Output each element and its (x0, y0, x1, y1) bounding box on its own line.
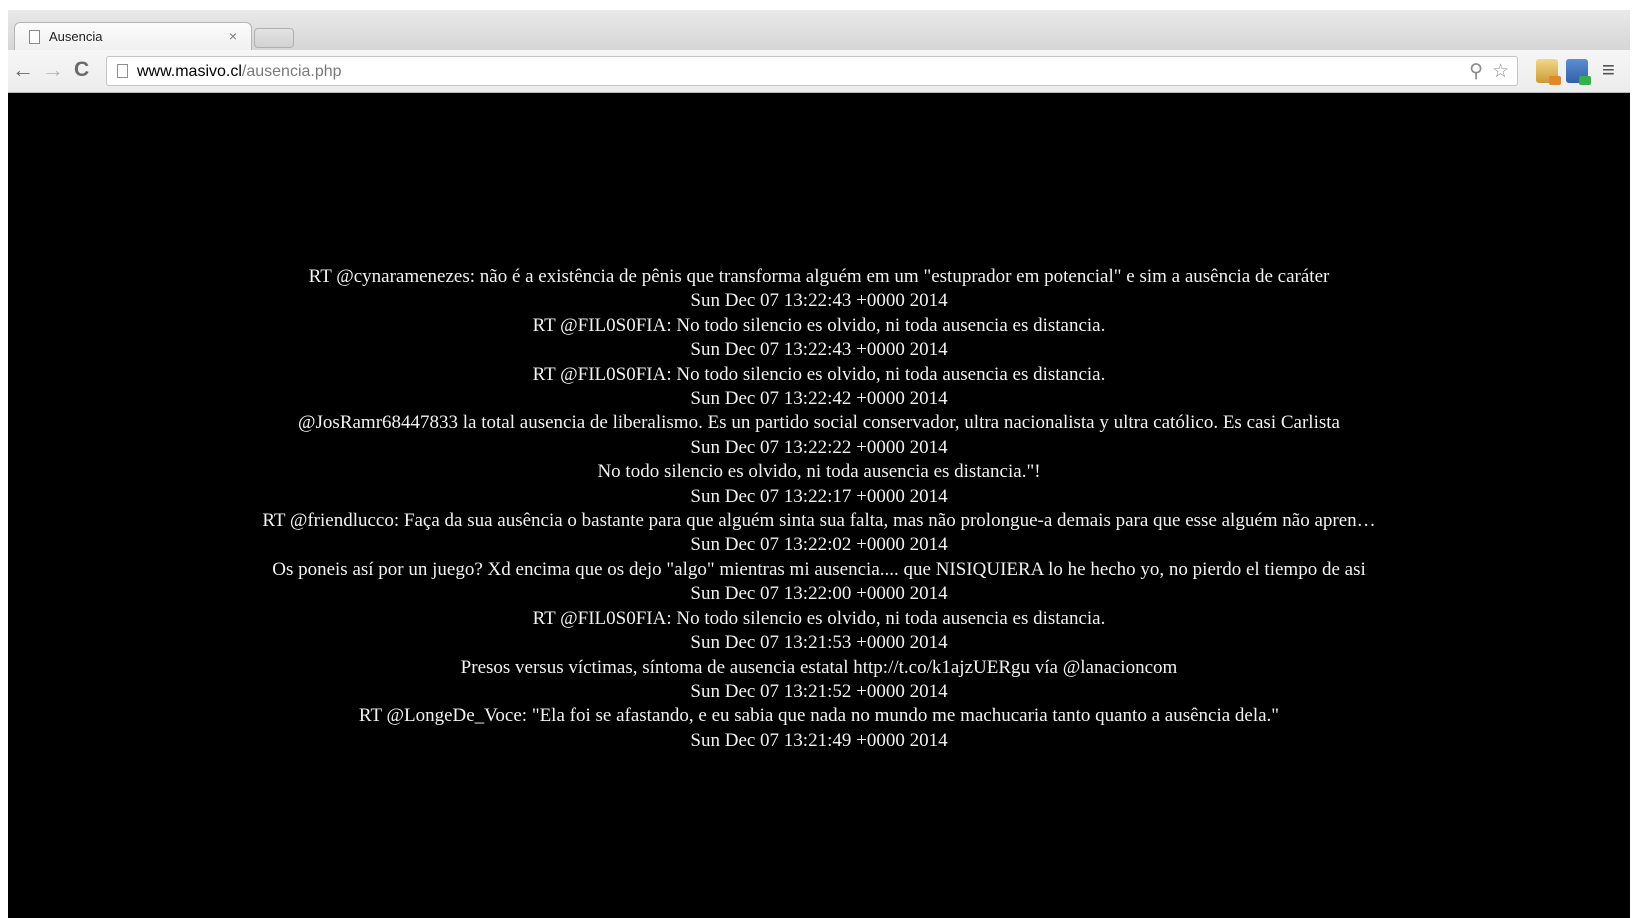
page-content: RT @cynaramenezes: não é a existência de… (8, 93, 1630, 918)
extension-icon[interactable] (1566, 59, 1591, 85)
tweet-time: Sun Dec 07 13:21:49 +0000 2014 (690, 729, 948, 751)
page-icon (117, 64, 128, 78)
tweet-text: RT @FIL0S0FIA: No todo silencio es olvid… (532, 314, 1106, 336)
tweet-list: RT @cynaramenezes: não é a existência de… (8, 265, 1630, 753)
address-bar[interactable]: www.masivo.cl/ausencia.php ⚲ ☆ (106, 56, 1518, 86)
tweet-text: RT @FIL0S0FIA: No todo silencio es olvid… (532, 363, 1106, 385)
close-icon[interactable]: × (229, 28, 237, 44)
tweet-text: RT @FIL0S0FIA: No todo silencio es olvid… (532, 607, 1106, 629)
extension-icon[interactable] (1536, 59, 1561, 85)
tweet-text: Presos versus víctimas, síntoma de ausen… (460, 656, 1178, 678)
tweet-time: Sun Dec 07 13:22:00 +0000 2014 (690, 583, 948, 605)
tweet-time: Sun Dec 07 13:22:02 +0000 2014 (690, 534, 948, 556)
tweet-text: No todo silencio es olvido, ni toda ause… (597, 461, 1041, 483)
tab-ausencia[interactable]: Ausencia × (14, 22, 252, 50)
extension-badge (1579, 76, 1591, 85)
page-icon (29, 30, 40, 44)
browser-window: Ausencia × ← → C www.masivo.cl/ausencia.… (8, 10, 1630, 918)
tweet-text: RT @cynaramenezes: não é a existência de… (308, 266, 1330, 287)
tweet-text: Os poneis así por un juego? Xd encima qu… (272, 558, 1366, 580)
url-path: /ausencia.php (241, 63, 342, 80)
tweet-time: Sun Dec 07 13:21:53 +0000 2014 (690, 632, 948, 654)
tab-strip: Ausencia × (8, 10, 1630, 51)
tweet-time: Sun Dec 07 13:22:22 +0000 2014 (690, 436, 948, 458)
url-text[interactable]: www.masivo.cl/ausencia.php (137, 63, 342, 81)
forward-arrow-icon[interactable]: → (42, 58, 64, 82)
back-arrow-icon[interactable]: ← (12, 58, 34, 82)
hamburger-menu-icon[interactable]: ≡ (1602, 57, 1615, 83)
tweet-time: Sun Dec 07 13:21:52 +0000 2014 (690, 680, 948, 702)
url-host: www.masivo.cl (137, 63, 242, 80)
toolbar: ← → C www.masivo.cl/ausencia.php ⚲ ☆ ≡ (8, 50, 1630, 93)
tweet-time: Sun Dec 07 13:22:17 +0000 2014 (690, 485, 948, 507)
tab-title: Ausencia (49, 29, 103, 44)
tweet-text: RT @friendlucco: Faça da sua ausência o … (262, 510, 1376, 532)
tweet-text: @JosRamr68447833 la total ausencia de li… (298, 412, 1340, 434)
reload-icon[interactable]: C (74, 58, 89, 82)
new-tab-button[interactable] (254, 28, 294, 48)
tweet-time: Sun Dec 07 13:22:43 +0000 2014 (690, 290, 948, 312)
tweet-time: Sun Dec 07 13:22:43 +0000 2014 (690, 339, 948, 361)
extension-badge (1549, 76, 1561, 85)
tweet-time: Sun Dec 07 13:22:42 +0000 2014 (690, 388, 948, 410)
zoom-icon[interactable]: ⚲ (1469, 60, 1483, 83)
star-icon[interactable]: ☆ (1492, 60, 1509, 83)
tweet-text: RT @LongeDe_Voce: "Ela foi se afastando,… (358, 705, 1280, 727)
